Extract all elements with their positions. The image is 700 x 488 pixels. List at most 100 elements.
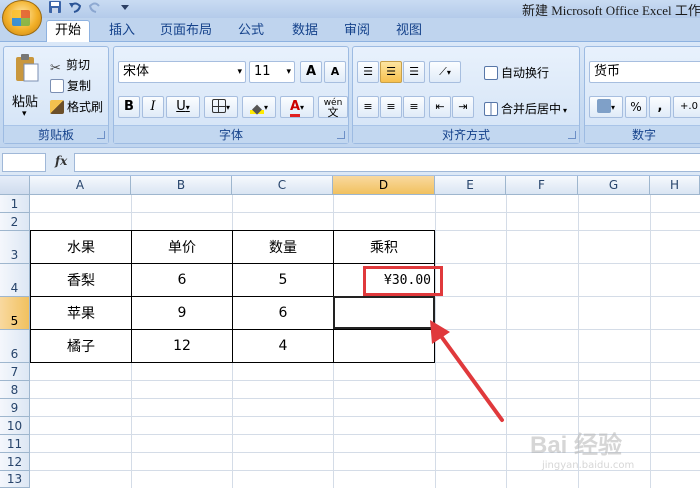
select-all-button[interactable] xyxy=(0,176,30,195)
italic-button[interactable]: I xyxy=(142,96,164,118)
dialog-launcher-icon[interactable] xyxy=(337,131,345,139)
tab-view[interactable]: 视图 xyxy=(388,21,430,42)
paste-label: 粘贴 xyxy=(12,95,39,110)
table-cell[interactable]: 9 xyxy=(131,296,233,330)
dialog-launcher-icon[interactable] xyxy=(97,131,105,139)
align-top-button[interactable]: ☰ xyxy=(357,61,379,83)
tab-review[interactable]: 审阅 xyxy=(336,21,378,42)
column-header-f[interactable]: F xyxy=(506,176,578,195)
row-header-11[interactable]: 11 xyxy=(0,435,30,453)
increase-decimal-icon: +.0 xyxy=(680,101,698,112)
table-cell[interactable]: 5 xyxy=(232,263,334,297)
row-header-4[interactable]: 4 xyxy=(0,264,30,297)
align-center-icon: ≡ xyxy=(386,100,396,113)
wrap-text-icon xyxy=(484,66,498,80)
shrink-font-button[interactable]: A xyxy=(324,61,346,83)
table-cell[interactable]: 12 xyxy=(131,329,233,363)
wrap-text-button[interactable]: 自动换行 xyxy=(484,64,549,81)
name-box[interactable] xyxy=(2,153,46,172)
table-header-cell[interactable]: 数量 xyxy=(232,230,334,264)
save-icon[interactable] xyxy=(48,0,62,14)
formula-input[interactable] xyxy=(74,153,700,172)
insert-function-icon[interactable]: fx xyxy=(55,154,67,168)
font-size-select[interactable]: 11 ▾ xyxy=(249,61,295,83)
tab-data[interactable]: 数据 xyxy=(284,21,326,42)
format-painter-button[interactable]: 格式刷 xyxy=(50,98,103,115)
align-center-button[interactable]: ≡ xyxy=(380,96,402,118)
copy-icon xyxy=(50,79,64,93)
column-header-d[interactable]: D xyxy=(333,176,435,195)
table-cell[interactable]: 4 xyxy=(232,329,334,363)
bold-button[interactable]: B xyxy=(118,96,140,118)
row-header-9[interactable]: 9 xyxy=(0,399,30,417)
undo-icon[interactable] xyxy=(68,0,82,14)
row-header-10[interactable]: 10 xyxy=(0,417,30,435)
merge-center-button[interactable]: 合并后居中 ▾ xyxy=(484,100,567,117)
borders-button[interactable]: ▾ xyxy=(204,96,238,118)
row-header-7[interactable]: 7 xyxy=(0,363,30,381)
office-button[interactable] xyxy=(2,0,42,36)
align-left-button[interactable]: ≡ xyxy=(357,96,379,118)
column-header-c[interactable]: C xyxy=(232,176,333,195)
phonetic-char: 文 xyxy=(327,106,339,119)
phonetic-button[interactable]: wén 文 xyxy=(318,96,348,118)
tab-formulas[interactable]: 公式 xyxy=(230,21,272,42)
decrease-indent-button[interactable]: ⇤ xyxy=(429,96,451,118)
row-header-8[interactable]: 8 xyxy=(0,381,30,399)
gridline xyxy=(30,212,700,213)
table-header-cell[interactable]: 水果 xyxy=(30,230,132,264)
grow-font-button[interactable]: A xyxy=(300,61,322,83)
row-header-6[interactable]: 6 xyxy=(0,330,30,363)
tab-insert[interactable]: 插入 xyxy=(100,21,144,42)
worksheet-grid[interactable]: A B C D E F G H 1 2 3 4 5 6 7 8 9 10 11 … xyxy=(0,176,700,488)
table-header-cell[interactable]: 乘积 xyxy=(333,230,435,264)
row-header-12[interactable]: 12 xyxy=(0,453,30,471)
column-header-g[interactable]: G xyxy=(578,176,650,195)
font-name-select[interactable]: 宋体 ▾ xyxy=(118,61,246,83)
chevron-down-icon: ▾ xyxy=(286,67,291,77)
row-header-2[interactable]: 2 xyxy=(0,213,30,231)
accounting-format-button[interactable]: ▾ xyxy=(589,96,623,118)
table-cell[interactable]: 苹果 xyxy=(30,296,132,330)
row-header-5[interactable]: 5 xyxy=(0,297,30,330)
tab-home[interactable]: 开始 xyxy=(46,20,90,43)
table-cell[interactable]: 6 xyxy=(131,263,233,297)
font-color-button[interactable]: A▾ xyxy=(280,96,314,118)
underline-button[interactable]: U▾ xyxy=(166,96,200,118)
align-right-button[interactable]: ≡ xyxy=(403,96,425,118)
percent-style-button[interactable]: % xyxy=(625,96,647,118)
number-format-value: 货币 xyxy=(594,64,621,79)
fill-color-button[interactable]: ◆ ▾ xyxy=(242,96,276,118)
table-header-cell[interactable]: 单价 xyxy=(131,230,233,264)
row-header-3[interactable]: 3 xyxy=(0,231,30,264)
cut-button[interactable]: ✂ 剪切 xyxy=(50,56,90,76)
column-header-h[interactable]: H xyxy=(650,176,700,195)
number-format-select[interactable]: 货币 xyxy=(589,61,700,83)
align-middle-icon: ☰ xyxy=(386,65,396,78)
column-header-a[interactable]: A xyxy=(30,176,131,195)
redo-icon[interactable] xyxy=(88,0,102,14)
increase-indent-button[interactable]: ⇥ xyxy=(452,96,474,118)
font-color-icon: A xyxy=(289,100,301,117)
row-header-13[interactable]: 13 xyxy=(0,471,30,488)
gridline xyxy=(30,416,700,417)
customize-qat-icon[interactable] xyxy=(118,0,132,14)
column-header-e[interactable]: E xyxy=(435,176,506,195)
decrease-indent-icon: ⇤ xyxy=(435,100,445,113)
align-middle-button[interactable]: ☰ xyxy=(380,61,402,83)
table-cell[interactable]: 6 xyxy=(232,296,334,330)
dialog-launcher-icon[interactable] xyxy=(568,131,576,139)
paste-button[interactable]: 粘贴 ▾ xyxy=(8,51,46,121)
table-cell[interactable]: 橘子 xyxy=(30,329,132,363)
align-bottom-button[interactable]: ☰ xyxy=(403,61,425,83)
orientation-button[interactable]: ⟋▾ xyxy=(429,61,461,83)
table-cell[interactable]: ¥30.00 xyxy=(333,263,435,297)
table-cell[interactable]: 香梨 xyxy=(30,263,132,297)
copy-button[interactable]: 复制 xyxy=(50,77,91,94)
comma-style-button[interactable]: , xyxy=(649,96,671,118)
font-name-value: 宋体 xyxy=(123,64,150,79)
row-header-1[interactable]: 1 xyxy=(0,195,30,213)
increase-decimal-button[interactable]: +.0 xyxy=(673,96,700,118)
tab-page-layout[interactable]: 页面布局 xyxy=(154,21,218,42)
column-header-b[interactable]: B xyxy=(131,176,232,195)
